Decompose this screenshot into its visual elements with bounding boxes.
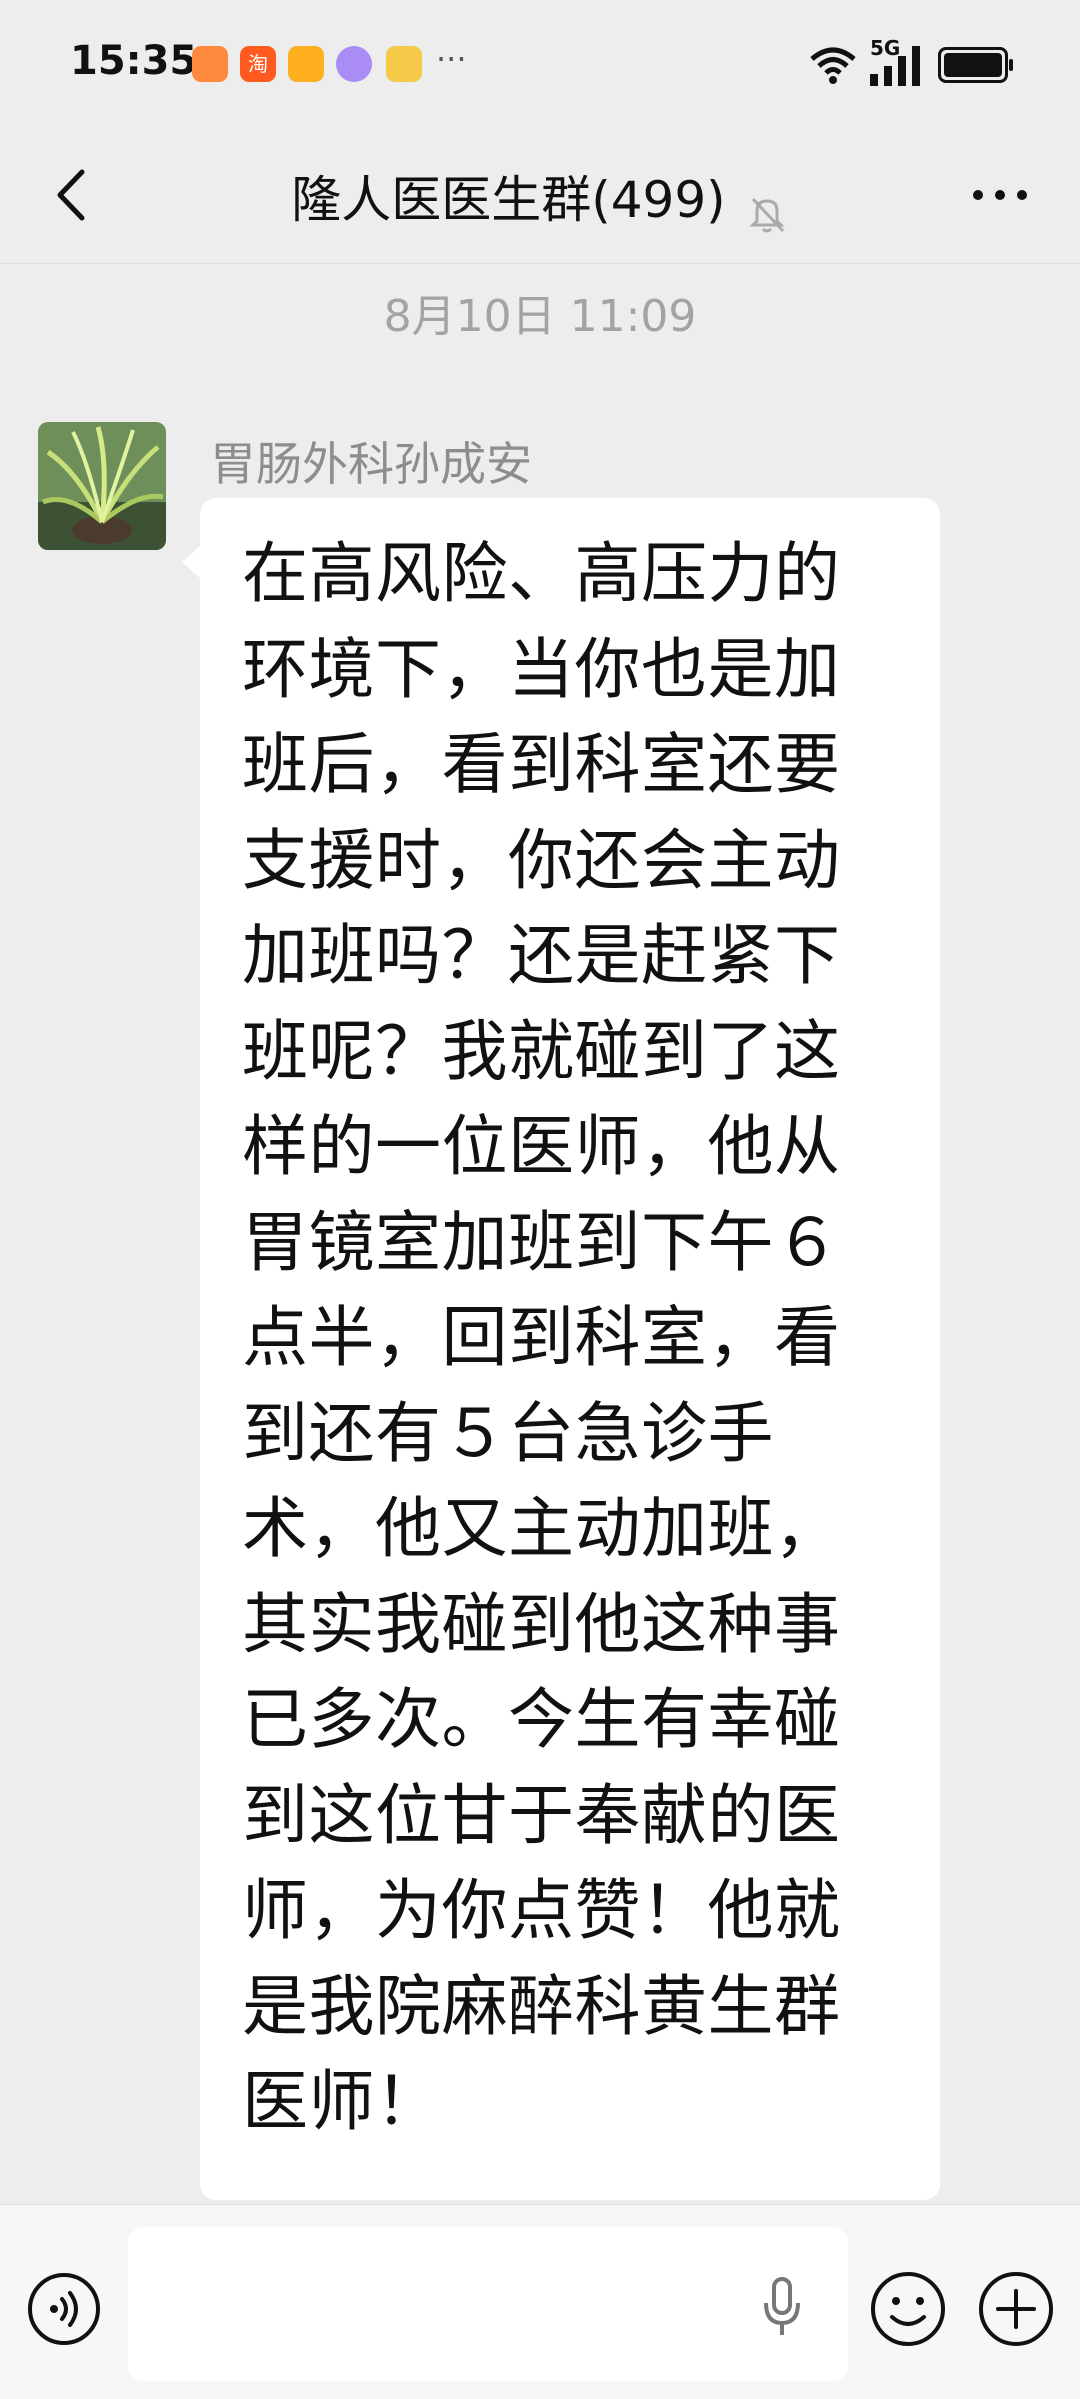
voice-icon[interactable] — [26, 2271, 102, 2347]
emoji-icon[interactable] — [868, 2269, 948, 2349]
message-text: 在高风险、高压力的环境下，当你也是加班后，看到科室还要支援时，你还会主动加班吗？… — [242, 535, 841, 2140]
wallet-icon — [192, 46, 228, 82]
title-wrap: 隆人医医生群(499) — [0, 160, 1080, 235]
taobao-icon: 淘 — [240, 46, 276, 82]
chat-header: 隆人医医生群(499) — [0, 130, 1080, 264]
bell-muted-icon — [749, 197, 785, 232]
more-notifications-indicator: ··· — [436, 40, 467, 78]
mic-icon[interactable] — [760, 2275, 804, 2339]
input-bar — [0, 2204, 1080, 2399]
sender-name: 胃肠外科孙成安 — [210, 437, 532, 491]
wallet-icon — [288, 46, 324, 82]
status-right-group: 5G — [808, 36, 1013, 90]
status-bar: 15:35 淘 ··· 5G — [0, 0, 1080, 130]
wifi-icon — [810, 47, 856, 84]
signal-icon — [870, 46, 920, 86]
message-bubble[interactable]: 在高风险、高压力的环境下，当你也是加班后，看到科室还要支援时，你还会主动加班吗？… — [182, 498, 940, 2200]
sender-avatar[interactable] — [38, 422, 166, 550]
chat-app-icon — [336, 46, 372, 82]
battery-icon — [938, 47, 1013, 83]
chat-title[interactable]: 隆人医医生群(499) — [291, 171, 725, 229]
more-icon[interactable] — [960, 160, 1040, 230]
plant-photo-avatar — [38, 422, 166, 550]
plus-icon[interactable] — [976, 2269, 1056, 2349]
header-divider — [0, 263, 1080, 264]
message-input[interactable] — [128, 2227, 848, 2381]
status-time: 15:35 — [70, 38, 198, 84]
network-type: 5G — [868, 36, 928, 88]
card-icon — [386, 46, 422, 82]
message-timestamp: 8月10日 11:09 — [383, 291, 697, 342]
